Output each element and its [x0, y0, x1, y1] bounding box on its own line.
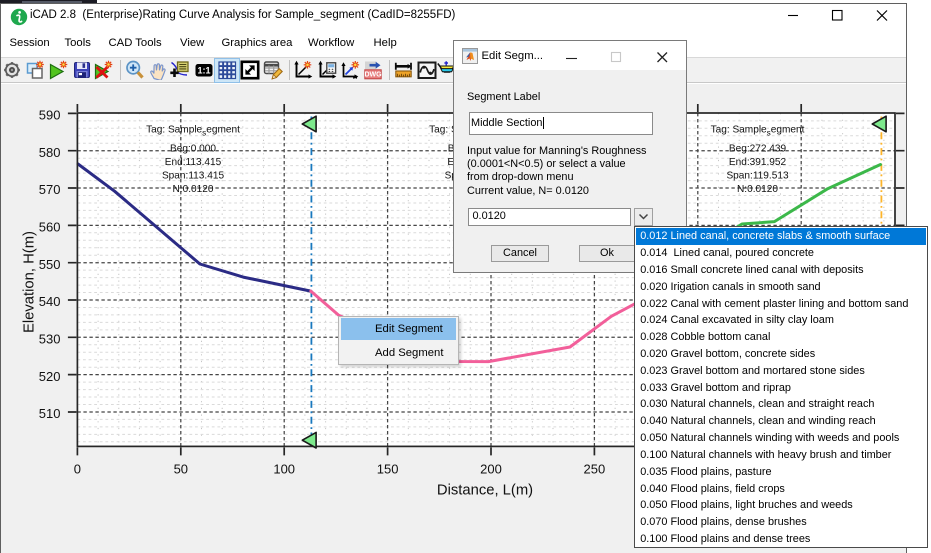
svg-text:590: 590 [39, 108, 61, 123]
svg-text:510: 510 [39, 406, 61, 421]
svg-text:Beg:272.439: Beg:272.439 [729, 143, 787, 154]
svg-text:250: 250 [584, 462, 606, 477]
svg-text:End:113.415: End:113.415 [165, 157, 222, 168]
svg-text:Distance, L(m): Distance, L(m) [437, 483, 533, 499]
svg-text:Span:119.513: Span:119.513 [726, 171, 789, 182]
svg-text:520: 520 [39, 369, 61, 384]
svg-text:530: 530 [39, 332, 61, 347]
svg-text:560: 560 [39, 220, 61, 235]
svg-text:150: 150 [377, 462, 399, 477]
svg-text:100: 100 [273, 462, 295, 477]
svg-text:550: 550 [39, 257, 61, 272]
svg-text:570: 570 [39, 182, 61, 197]
svg-text:N:0.0120: N:0.0120 [173, 184, 214, 195]
svg-text:0: 0 [74, 462, 81, 477]
svg-text:580: 580 [39, 145, 61, 160]
svg-text:200: 200 [480, 462, 502, 477]
svg-text:50: 50 [174, 462, 188, 477]
svg-text:Elevation, H(m): Elevation, H(m) [22, 231, 38, 333]
svg-text:End:391.952: End:391.952 [729, 157, 787, 168]
svg-text:Span:113.415: Span:113.415 [162, 171, 225, 182]
svg-text:Beg:0.000: Beg:0.000 [170, 143, 216, 154]
svg-text:540: 540 [39, 294, 61, 309]
svg-text:N:0.0120: N:0.0120 [737, 184, 778, 195]
